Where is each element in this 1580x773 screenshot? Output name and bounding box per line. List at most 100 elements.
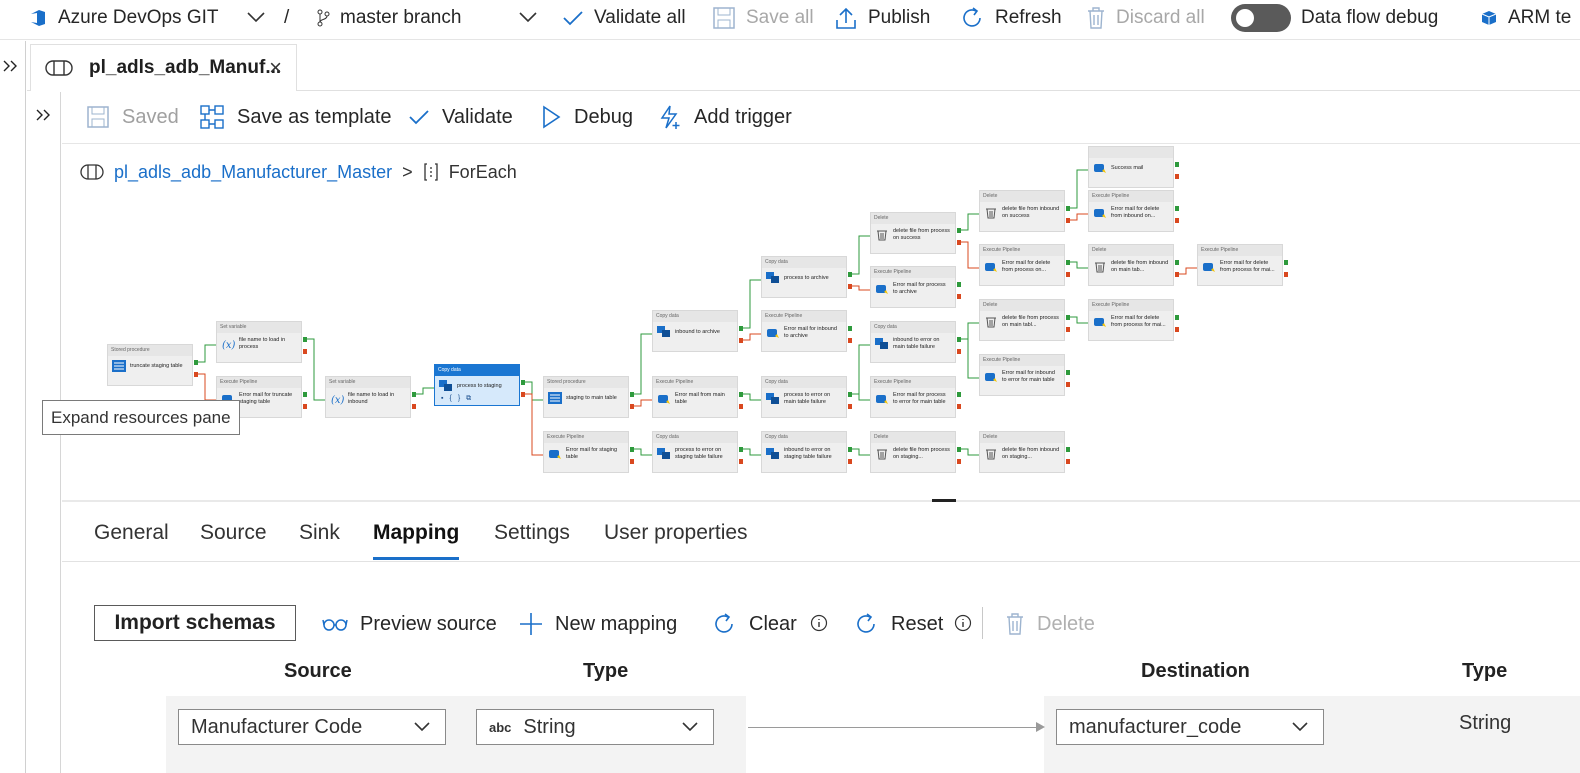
activity-node[interactable]: Delete delete file from process on main t…: [979, 299, 1065, 341]
activity-node[interactable]: Delete delete file from inbound on main t…: [1088, 244, 1174, 286]
saved-button[interactable]: Saved: [86, 104, 179, 130]
new-mapping-button[interactable]: New mapping: [519, 610, 677, 638]
success-handle[interactable]: [957, 337, 961, 342]
refresh-button[interactable]: Refresh: [959, 6, 1062, 30]
activity-node[interactable]: Execute Pipeline Error mail for inbound t…: [761, 310, 847, 352]
success-handle[interactable]: [848, 447, 852, 452]
pane-splitter[interactable]: [62, 500, 1580, 502]
success-handle[interactable]: [1284, 260, 1288, 265]
info-icon[interactable]: [810, 614, 828, 632]
source-column-dropdown[interactable]: Manufacturer Code: [178, 709, 446, 745]
splitter-grip[interactable]: [932, 499, 956, 502]
failure-handle[interactable]: [957, 404, 961, 409]
activity-node[interactable]: Execute Pipeline Error mail from main tab…: [652, 376, 738, 418]
activity-node[interactable]: Copy data inbound to archive: [652, 310, 738, 352]
failure-handle[interactable]: [739, 404, 743, 409]
import-schemas-button[interactable]: Import schemas: [94, 605, 296, 641]
success-handle[interactable]: [303, 337, 307, 342]
failure-handle[interactable]: [1175, 218, 1179, 223]
failure-handle[interactable]: [521, 392, 525, 397]
success-handle[interactable]: [194, 360, 198, 365]
failure-handle[interactable]: [957, 349, 961, 354]
success-handle[interactable]: [957, 282, 961, 287]
activity-node[interactable]: Set variable (x) file name to load in inbo…: [325, 376, 411, 418]
tab-sink[interactable]: Sink: [299, 521, 340, 545]
activity-node[interactable]: Delete delete file from inbound on stagin…: [979, 431, 1065, 473]
branch-selector[interactable]: master branch: [316, 6, 461, 30]
success-handle[interactable]: [303, 392, 307, 397]
delete-button[interactable]: Delete: [1005, 610, 1095, 638]
preview-source-button[interactable]: Preview source: [322, 610, 497, 638]
success-handle[interactable]: [521, 380, 525, 385]
save-as-template-button[interactable]: Save as template: [199, 104, 392, 130]
save-all-button[interactable]: Save all: [712, 6, 814, 30]
failure-handle[interactable]: [630, 404, 634, 409]
success-handle[interactable]: [848, 326, 852, 331]
success-handle[interactable]: [957, 447, 961, 452]
tab-pipeline[interactable]: pl_adls_adb_Manuf... ×: [30, 44, 297, 91]
arm-template-button[interactable]: ARM te: [1480, 6, 1571, 30]
success-handle[interactable]: [412, 392, 416, 397]
success-handle[interactable]: [848, 272, 852, 277]
failure-handle[interactable]: [739, 459, 743, 464]
success-handle[interactable]: [739, 326, 743, 331]
failure-handle[interactable]: [739, 338, 743, 343]
breadcrumb-pipeline-link[interactable]: pl_adls_adb_Manufacturer_Master: [114, 162, 392, 183]
success-handle[interactable]: [630, 392, 634, 397]
activity-node[interactable]: Delete delete file from inbound on succes…: [979, 190, 1065, 232]
activity-node[interactable]: Set variable (x) file name to load in proc…: [216, 321, 302, 363]
chevron-down-icon[interactable]: [246, 10, 266, 24]
activity-node[interactable]: Copy data inbound to error on main table …: [870, 321, 956, 363]
failure-handle[interactable]: [1066, 382, 1070, 387]
success-handle[interactable]: [1175, 260, 1179, 265]
info-icon[interactable]: [954, 614, 972, 632]
tab-source[interactable]: Source: [200, 521, 267, 545]
activity-node[interactable]: Execute Pipeline Error mail for delete fr…: [1088, 299, 1174, 341]
debug-button[interactable]: Debug: [540, 104, 633, 130]
add-trigger-button[interactable]: Add trigger: [658, 104, 792, 130]
failure-handle[interactable]: [1066, 272, 1070, 277]
activity-node[interactable]: Copy data process to staging ▪{}⧉: [434, 364, 520, 406]
success-handle[interactable]: [1066, 315, 1070, 320]
activity-node[interactable]: Success mail: [1088, 146, 1174, 188]
activity-node[interactable]: Copy data process to error on main table …: [761, 376, 847, 418]
failure-handle[interactable]: [1175, 174, 1179, 179]
source-type-dropdown[interactable]: abc String: [476, 709, 714, 745]
failure-handle[interactable]: [412, 404, 416, 409]
success-handle[interactable]: [1066, 206, 1070, 211]
activity-actions[interactable]: ▪{}⧉: [441, 395, 477, 403]
failure-handle[interactable]: [848, 338, 852, 343]
failure-handle[interactable]: [630, 459, 634, 464]
failure-handle[interactable]: [957, 294, 961, 299]
failure-handle[interactable]: [1175, 327, 1179, 332]
success-handle[interactable]: [630, 447, 634, 452]
validate-all-button[interactable]: Validate all: [562, 6, 686, 30]
success-handle[interactable]: [1066, 370, 1070, 375]
repo-selector[interactable]: Azure DevOps GIT: [28, 6, 219, 30]
validate-button[interactable]: Validate: [408, 104, 513, 130]
activity-node[interactable]: Execute Pipeline Error mail for staging t…: [543, 431, 629, 473]
activity-node[interactable]: Stored procedure staging to main table: [543, 376, 629, 418]
success-handle[interactable]: [1066, 447, 1070, 452]
failure-handle[interactable]: [303, 404, 307, 409]
failure-handle[interactable]: [1066, 459, 1070, 464]
failure-handle[interactable]: [1066, 218, 1070, 223]
success-handle[interactable]: [739, 447, 743, 452]
failure-handle[interactable]: [303, 349, 307, 354]
success-handle[interactable]: [1175, 315, 1179, 320]
failure-handle[interactable]: [848, 404, 852, 409]
failure-handle[interactable]: [957, 240, 961, 245]
activity-node[interactable]: Copy data process to error on staging tab…: [652, 431, 738, 473]
close-icon[interactable]: ×: [269, 55, 282, 81]
publish-button[interactable]: Publish: [834, 6, 930, 30]
activity-node[interactable]: Copy data inbound to error on staging tab…: [761, 431, 847, 473]
activity-node[interactable]: Execute Pipeline Error mail for process t…: [870, 376, 956, 418]
expand-chevrons-icon[interactable]: [35, 108, 53, 122]
success-handle[interactable]: [739, 392, 743, 397]
tab-general[interactable]: General: [94, 521, 169, 545]
failure-handle[interactable]: [957, 459, 961, 464]
expand-chevrons-icon[interactable]: [2, 59, 20, 73]
failure-handle[interactable]: [194, 372, 198, 377]
failure-handle[interactable]: [1066, 327, 1070, 332]
success-handle[interactable]: [1175, 162, 1179, 167]
